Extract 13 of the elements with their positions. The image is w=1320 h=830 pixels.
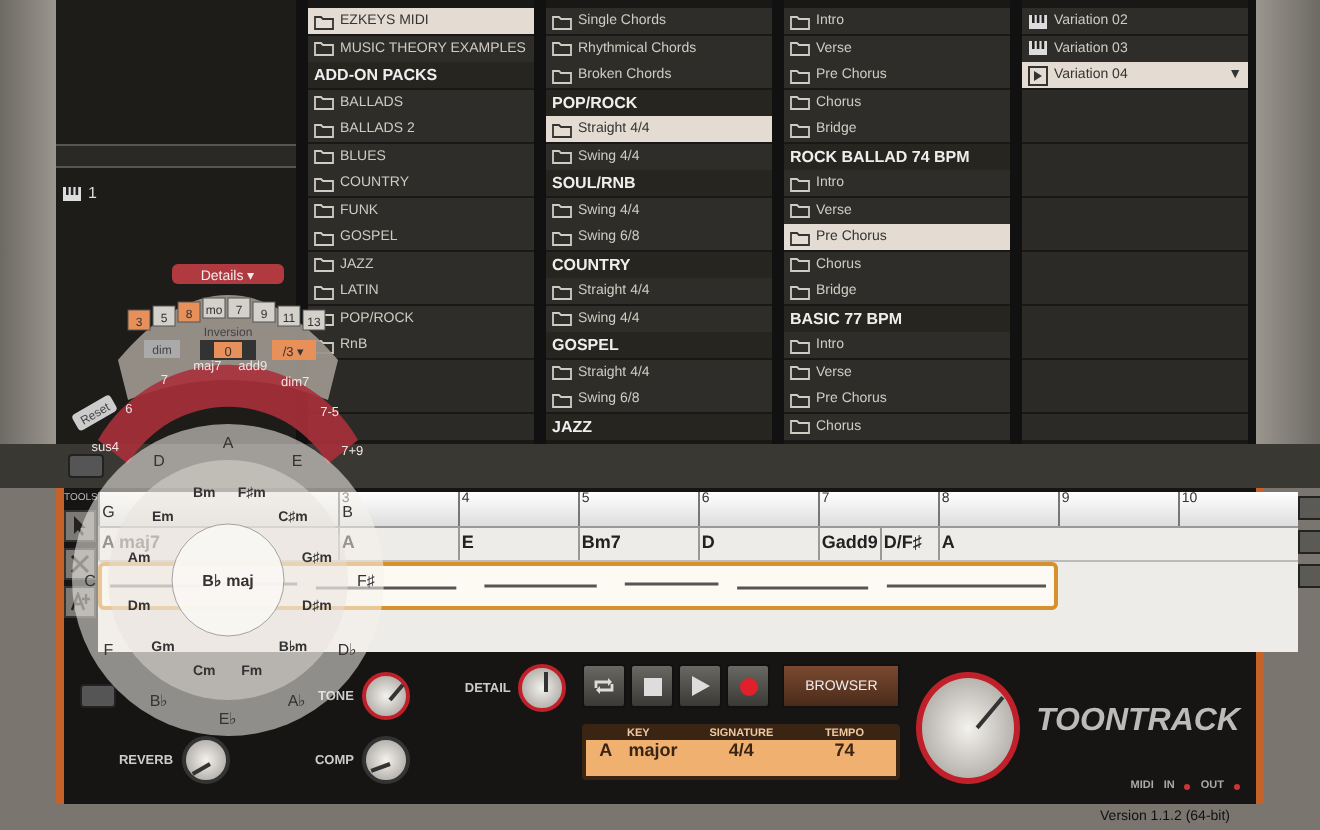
logo: TOONTRACK bbox=[1036, 704, 1240, 740]
category-header: BASIC 77 BPM bbox=[784, 305, 1010, 331]
category-header: POP/ROCK bbox=[546, 89, 772, 115]
display-value: 4/4 bbox=[728, 740, 754, 760]
category-header: COUNTRY bbox=[546, 251, 772, 277]
display-value: A major bbox=[599, 740, 678, 760]
display-value: 74 bbox=[834, 740, 855, 760]
category-header: GOSPEL bbox=[546, 332, 772, 358]
category-header: ROCK BALLAD 74 BPM bbox=[784, 143, 1010, 169]
center-chord: B♭ maj bbox=[202, 572, 254, 590]
category-header: JAZZ bbox=[546, 413, 772, 439]
category-header: SOUL/RNB bbox=[546, 170, 772, 196]
category-header: ADD-ON PACKS bbox=[308, 62, 534, 88]
